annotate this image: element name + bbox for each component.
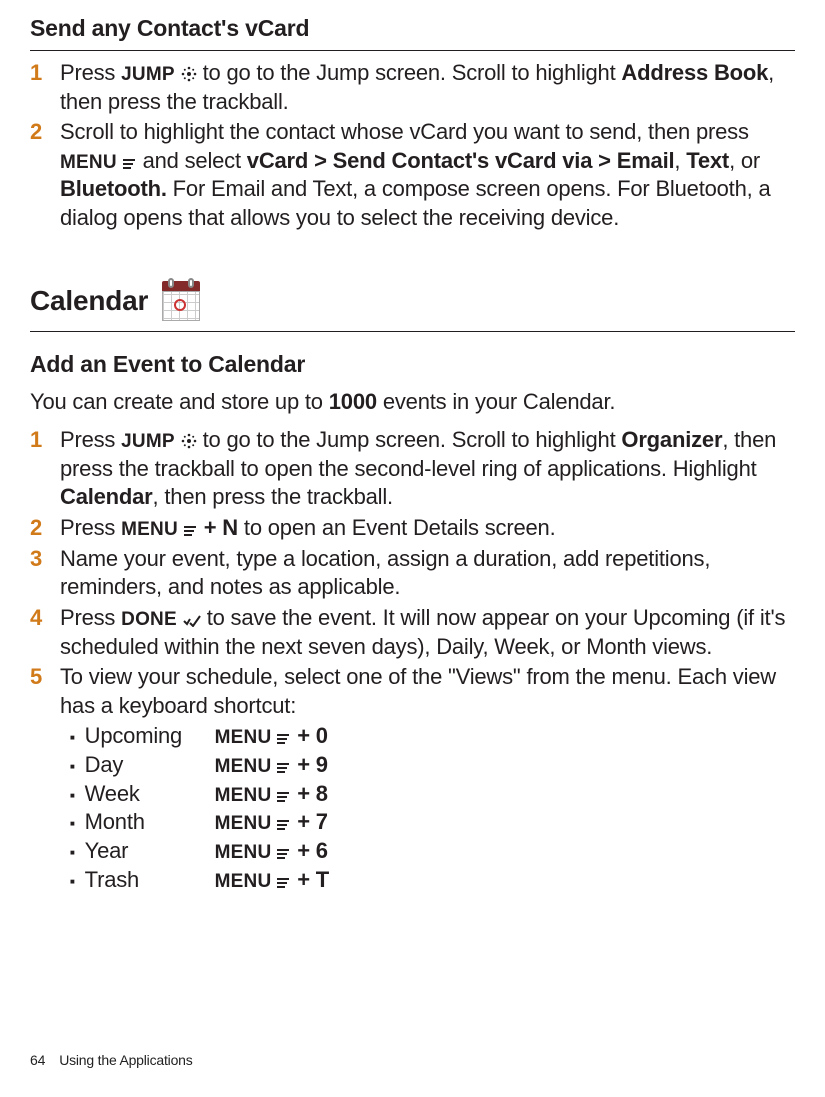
- step-number: 3: [30, 545, 60, 602]
- menu-icon: [277, 733, 291, 745]
- step-5: 5 To view your schedule, select one of t…: [30, 663, 795, 894]
- steps-send-vcard: 1 Press JUMP to go to the Jump screen. S…: [30, 59, 795, 233]
- step-1: 1 Press JUMP to go to the Jump screen. S…: [30, 426, 795, 512]
- shortcut-upcoming: UpcomingMENU + 0: [70, 722, 795, 751]
- steps-add-event: 1 Press JUMP to go to the Jump screen. S…: [30, 426, 795, 894]
- shortcut-trash: TrashMENU + T: [70, 866, 795, 895]
- key-menu: MENU: [60, 152, 117, 173]
- key-jump: JUMP: [121, 431, 175, 452]
- done-icon: [183, 615, 201, 627]
- heading-send-vcard: Send any Contact's vCard: [30, 14, 795, 51]
- step-body: Name your event, type a location, assign…: [60, 545, 795, 602]
- key-jump: JUMP: [121, 64, 175, 85]
- step-2: 2 Press MENU + N to open an Event Detail…: [30, 514, 795, 543]
- step-body: Press DONE to save the event. It will no…: [60, 604, 795, 661]
- menu-icon: [123, 158, 137, 170]
- heading-calendar: Calendar: [30, 281, 795, 332]
- key-menu: MENU: [121, 519, 178, 540]
- step-body: Press MENU + N to open an Event Details …: [60, 514, 795, 543]
- menu-icon: [277, 819, 291, 831]
- step-number: 2: [30, 514, 60, 543]
- shortcut-year: YearMENU + 6: [70, 837, 795, 866]
- page-number: 64: [30, 1052, 45, 1068]
- step-number: 1: [30, 426, 60, 512]
- menu-icon: [277, 791, 291, 803]
- jump-icon: [181, 66, 197, 82]
- jump-icon: [181, 433, 197, 449]
- step-body: To view your schedule, select one of the…: [60, 663, 795, 894]
- step-number: 5: [30, 663, 60, 894]
- menu-icon: [277, 848, 291, 860]
- menu-icon: [277, 877, 291, 889]
- page-footer: 64 Using the Applications: [30, 1051, 193, 1069]
- intro-text: You can create and store up to 1000 even…: [30, 388, 795, 417]
- shortcut-month: MonthMENU + 7: [70, 808, 795, 837]
- step-number: 1: [30, 59, 60, 116]
- menu-icon: [184, 525, 198, 537]
- step-1: 1 Press JUMP to go to the Jump screen. S…: [30, 59, 795, 116]
- step-4: 4 Press DONE to save the event. It will …: [30, 604, 795, 661]
- step-body: Press JUMP to go to the Jump screen. Scr…: [60, 426, 795, 512]
- heading-add-event: Add an Event to Calendar: [30, 350, 795, 380]
- footer-section: Using the Applications: [59, 1052, 192, 1068]
- step-3: 3 Name your event, type a location, assi…: [30, 545, 795, 602]
- step-body: Scroll to highlight the contact whose vC…: [60, 118, 795, 232]
- shortcut-list: UpcomingMENU + 0 DayMENU + 9 WeekMENU + …: [70, 722, 795, 894]
- menu-icon: [277, 762, 291, 774]
- step-number: 2: [30, 118, 60, 232]
- key-done: DONE: [121, 609, 177, 630]
- calendar-title: Calendar: [30, 283, 148, 319]
- step-number: 4: [30, 604, 60, 661]
- shortcut-week: WeekMENU + 8: [70, 780, 795, 809]
- step-2: 2 Scroll to highlight the contact whose …: [30, 118, 795, 232]
- shortcut-day: DayMENU + 9: [70, 751, 795, 780]
- calendar-icon: [160, 281, 202, 323]
- step-body: Press JUMP to go to the Jump screen. Scr…: [60, 59, 795, 116]
